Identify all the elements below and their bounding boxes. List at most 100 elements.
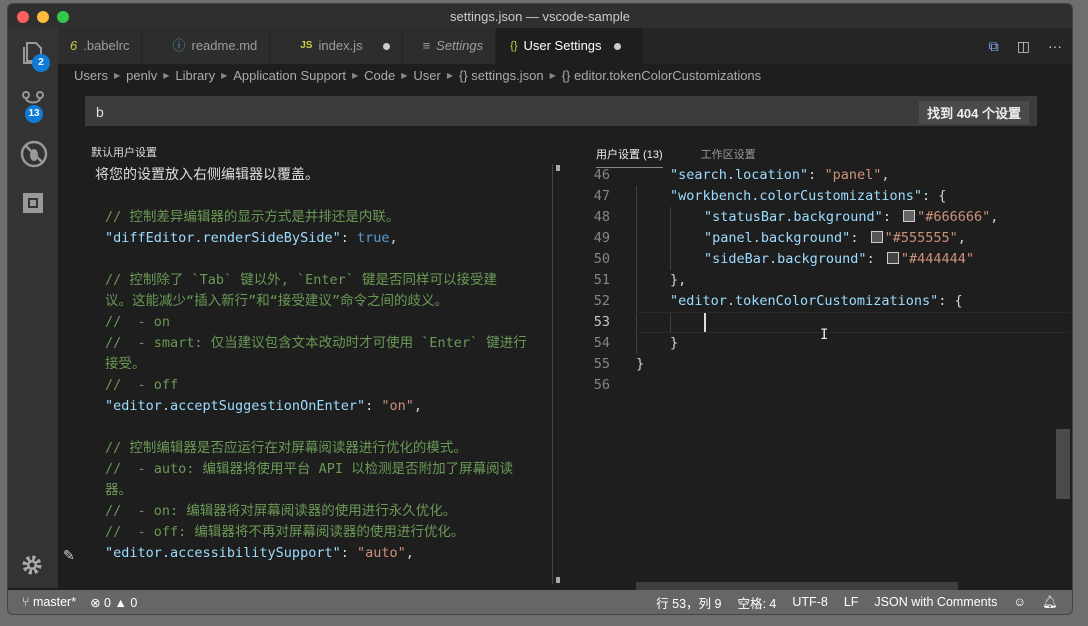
code-line: "diffEditor.renderSideBySide": true, [105, 228, 527, 249]
breadcrumb-item[interactable]: Users [74, 68, 108, 83]
unsaved-dot-icon[interactable] [382, 42, 390, 50]
line-number: 50 [593, 251, 610, 267]
colon: : [340, 230, 357, 246]
color-swatch[interactable] [886, 252, 899, 264]
vertical-scrollbar[interactable] [1056, 429, 1070, 499]
comment-text: // - on [105, 314, 171, 330]
maximize-window-button[interactable] [57, 11, 69, 23]
comma: , [405, 545, 414, 561]
search-result-count: 找到 404 个设置 [919, 101, 1029, 124]
encoding[interactable]: UTF-8 [792, 595, 827, 609]
tab-index-js[interactable]: JS index.js [270, 28, 403, 64]
tab-readme[interactable]: ⓘ readme.md [142, 28, 271, 64]
explorer-icon[interactable]: 2 [20, 40, 50, 72]
split-editor-icon[interactable]: ◫ [1017, 38, 1030, 55]
comment-text: // 控制除了 `Tab` 键以外, `Enter` 键是否同样可以接受建 [105, 272, 498, 288]
code-line: // - auto: 编辑器将使用平台 API 以检测是否附加了屏幕阅读 [105, 459, 527, 480]
tab-settings[interactable]: ≡ Settings [402, 28, 497, 64]
code-line: "search.location": "panel", [670, 167, 889, 186]
current-line-highlight [636, 312, 1070, 333]
color-swatch[interactable] [870, 231, 883, 243]
punctuation: , [881, 167, 890, 183]
source-control-icon[interactable]: 13 [20, 90, 46, 123]
feedback-smiley-icon[interactable]: ☺ [1013, 595, 1026, 609]
setting-key: "panel.background" [704, 230, 851, 246]
line-number: 51 [593, 272, 610, 288]
extensions-icon[interactable] [20, 190, 46, 216]
code-line: // 控制编辑器是否应运行在对屏幕阅读器进行优化的模式。 [105, 438, 527, 459]
code-line: // - smart: 仅当建议包含文本改动时才可使用 `Enter` 键进行 [105, 333, 527, 354]
warning-count: 0 [130, 595, 138, 610]
settings-target-tabs: 用户设置 (13) 工作区设置 [596, 146, 756, 168]
text-caret [704, 313, 706, 332]
line-number: 55 [593, 356, 610, 372]
comment-text: // 控制差异编辑器的显示方式是并排还是内联。 [105, 209, 400, 225]
language-mode[interactable]: JSON with Comments [874, 595, 997, 609]
minimize-window-button[interactable] [37, 11, 49, 23]
status-bar: ⑂ master* ⊗ 0 ▲ 0 行 53，列 9 空格: 4 UTF-8 L… [8, 590, 1072, 614]
code-line: "editor.accessibilitySupport": "auto", [105, 543, 527, 564]
code-line: }, [670, 270, 686, 291]
indentation[interactable]: 空格: 4 [737, 593, 776, 612]
edit-pencil-icon[interactable]: ✎ [63, 547, 75, 564]
colon: : [938, 293, 955, 309]
setting-value: "#444444" [900, 251, 974, 267]
overview-mark [556, 165, 560, 171]
line-number: 53 [593, 314, 610, 330]
setting-key: "editor.accessibilitySupport" [105, 545, 341, 561]
breadcrumb-item[interactable]: {} editor.tokenColorCustomizations [562, 68, 761, 83]
notifications-bell-icon[interactable]: 🔔︎ [1042, 595, 1058, 610]
default-settings-code[interactable]: // 控制差异编辑器的显示方式是并排还是内联。 "diffEditor.rende… [105, 207, 527, 564]
tab-workspace-settings-target[interactable]: 工作区设置 [701, 146, 756, 168]
gear-icon[interactable] [20, 553, 46, 579]
activity-bar: 2 13 [8, 28, 58, 588]
problems-status[interactable]: ⊗ 0 ▲ 0 [90, 595, 137, 610]
punctuation: }, [670, 272, 687, 288]
punctuation: { [938, 188, 947, 204]
code-line: "panel.background": "#555555", [704, 228, 966, 249]
branch-status[interactable]: ⑂ master* [22, 595, 76, 609]
javascript-icon: JS [300, 40, 313, 51]
setting-key: "search.location" [670, 167, 809, 183]
color-swatch[interactable] [903, 210, 916, 222]
editor-tabs: 6 .babelrc ⓘ readme.md JS index.js ≡ Set… [58, 28, 1072, 64]
cursor-position[interactable]: 行 53，列 9 [656, 593, 721, 612]
comment-text: // - off: 编辑器将不再对屏幕阅读器的使用进行优化。 [105, 524, 465, 540]
breadcrumb-item[interactable]: Application Support [233, 68, 346, 83]
tab-label: readme.md [191, 38, 258, 53]
tab-babelrc[interactable]: 6 .babelrc [58, 28, 143, 64]
end-of-line[interactable]: LF [844, 595, 859, 609]
setting-value: "#555555" [884, 230, 958, 246]
comment-text: // - smart: 仅当建议包含文本改动时才可使用 `Enter` 键进行 [105, 335, 527, 351]
breadcrumb-item[interactable]: penlv [126, 68, 157, 83]
pane-divider[interactable] [552, 164, 553, 584]
breadcrumb-item[interactable]: {} settings.json [459, 68, 544, 83]
window-title: settings.json — vscode-sample [450, 9, 630, 24]
settings-search-input[interactable] [85, 96, 898, 128]
breadcrumb-item[interactable]: User [413, 68, 440, 83]
debug-icon[interactable] [20, 140, 48, 168]
comma: , [389, 230, 398, 246]
colon: : [808, 167, 825, 183]
open-settings-json-icon[interactable]: ⧉ [989, 38, 999, 55]
code-line: // 控制差异编辑器的显示方式是并排还是内联。 [105, 207, 527, 228]
code-line: "editor.tokenColorCustomizations": { [670, 291, 963, 312]
warning-icon: ▲ [114, 595, 127, 610]
breadcrumb-item[interactable]: Code [364, 68, 395, 83]
tab-user-settings[interactable]: {} User Settings [496, 28, 644, 64]
line-number: 48 [593, 209, 610, 225]
more-actions-icon[interactable]: ··· [1048, 38, 1062, 54]
unsaved-dot-icon[interactable] [613, 42, 621, 50]
code-line: // 控制除了 `Tab` 键以外, `Enter` 键是否同样可以接受建 [105, 270, 527, 291]
breadcrumb: Users ▶ penlv ▶ Library ▶ Application Suppo… [74, 66, 761, 84]
close-window-button[interactable] [17, 11, 29, 23]
setting-value: "#666666" [917, 209, 991, 225]
colon: : [921, 188, 939, 204]
babel-icon: 6 [70, 38, 78, 53]
json-braces-icon: {} [510, 40, 518, 52]
breadcrumb-item[interactable]: Library [175, 68, 215, 83]
user-settings-editor[interactable]: 46 "search.location": "panel", 47 "workbenc… [564, 167, 1070, 584]
tab-user-settings-target[interactable]: 用户设置 (13) [596, 146, 663, 168]
